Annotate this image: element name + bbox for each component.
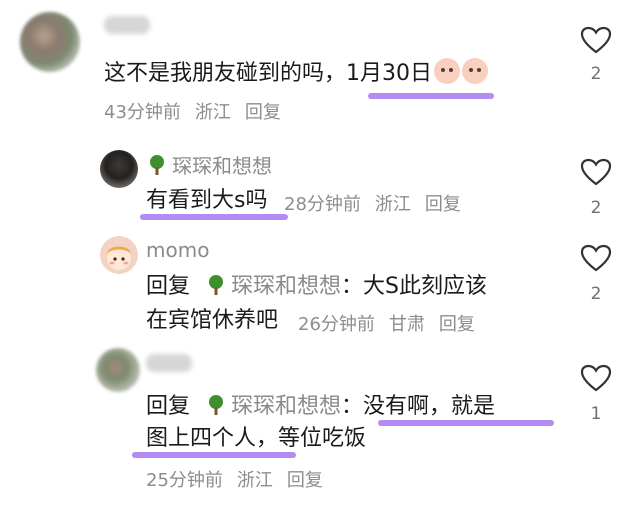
heart-icon[interactable]: [580, 26, 612, 54]
comment-text: 回复 琛琛和想想：大S此刻应该: [146, 274, 487, 299]
timestamp: 28分钟前: [284, 194, 361, 215]
comment-text: 回复 琛琛和想想：没有啊，就是: [146, 394, 496, 419]
comment-text: 这不是我朋友碰到的吗，1月30日: [104, 58, 488, 89]
tree-icon: [209, 275, 224, 295]
heart-icon[interactable]: [580, 244, 612, 272]
timestamp: 43分钟前: [104, 102, 181, 123]
comment-meta: 28分钟前 浙江 回复: [284, 190, 475, 216]
reply-button[interactable]: 回复: [245, 102, 281, 123]
reply-to-user[interactable]: 琛琛和想想: [205, 394, 341, 419]
location: 甘肃: [388, 314, 425, 335]
comment-text: 有看到大s吗: [146, 188, 268, 213]
like-count: 2: [590, 284, 602, 304]
like-count: 2: [590, 198, 602, 218]
username[interactable]: momo: [146, 238, 209, 262]
reply-button[interactable]: 回复: [439, 314, 475, 335]
timestamp: 26分钟前: [298, 314, 375, 335]
tree-icon: [150, 155, 164, 175]
username-blurred[interactable]: [104, 16, 150, 34]
highlight-underline: [368, 93, 494, 99]
username[interactable]: 琛琛和想想: [146, 150, 272, 179]
comment-text-line2: 在宾馆休养吧: [146, 308, 279, 333]
comment-text-line2: 图上四个人，等位吃饭: [146, 426, 367, 451]
avatar[interactable]: [96, 348, 140, 392]
reply-to-user[interactable]: 琛琛和想想: [205, 274, 341, 299]
avatar[interactable]: [20, 12, 80, 72]
like-count: 1: [590, 404, 602, 424]
reply-button[interactable]: 回复: [425, 194, 461, 215]
crying-face-icon: [434, 58, 460, 84]
avatar[interactable]: [100, 150, 138, 188]
timestamp: 25分钟前: [146, 470, 223, 491]
reply-button[interactable]: 回复: [287, 470, 323, 491]
username-blurred[interactable]: [146, 354, 192, 372]
comment-meta: 25分钟前 浙江 回复: [146, 466, 337, 492]
tree-icon: [209, 395, 224, 415]
location: 浙江: [194, 102, 231, 123]
reply-prefix: 回复: [146, 394, 191, 419]
like-count: 2: [590, 64, 602, 84]
heart-icon[interactable]: [580, 158, 612, 186]
comment-meta: 26分钟前 甘肃 回复: [298, 310, 489, 336]
crying-face-icon: [462, 58, 488, 84]
location: 浙江: [374, 194, 411, 215]
comment-meta: 43分钟前 浙江 回复: [104, 98, 295, 124]
highlight-underline: [378, 420, 554, 426]
location: 浙江: [236, 470, 273, 491]
heart-icon[interactable]: [580, 364, 612, 392]
highlight-underline: [140, 214, 288, 220]
highlight-underline: [132, 452, 296, 458]
avatar[interactable]: [100, 236, 138, 274]
reply-prefix: 回复: [146, 274, 191, 299]
cartoon-avatar-icon: [107, 246, 131, 270]
